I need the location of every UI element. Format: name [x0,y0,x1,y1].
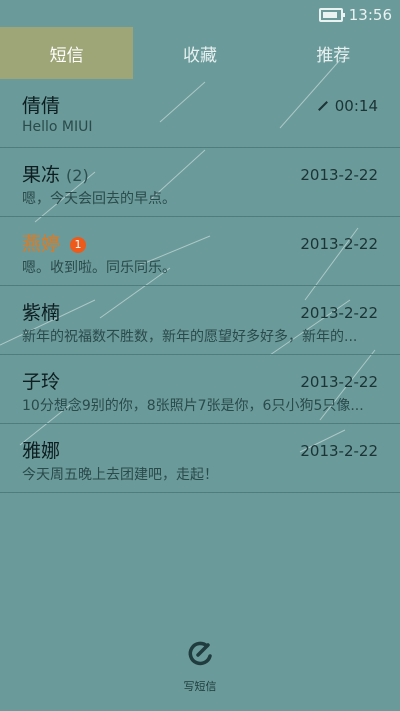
battery-icon [318,8,345,22]
contact-name: 果冻 (2) [22,164,89,186]
conversation-row[interactable]: 果冻 (2) 2013-2-22 嗯，今天会回去的早点。 [0,148,400,217]
message-preview: Hello MIUI [22,119,93,135]
contact-name: 燕婷 1 [22,229,87,256]
contact-name: 雅娜 [22,440,61,462]
message-preview: 嗯，今天会回去的早点。 [22,191,176,207]
unread-badge: 1 [70,236,87,253]
message-time: 2013-2-22 [300,166,378,184]
tab-favorites[interactable]: 收藏 [133,27,266,79]
conversation-row[interactable]: 燕婷 1 2013-2-22 嗯。收到啦。同乐同乐。 [0,217,400,286]
contact-name: 紫楠 [22,302,61,324]
message-preview: 新年的祝福数不胜数，新年的愿望好多好多，新年的... [22,329,358,345]
contact-name: 倩倩 [22,95,61,117]
message-time: 00:14 [317,97,378,115]
conversation-row[interactable]: 雅娜 2013-2-22 今天周五晚上去团建吧，走起！ [0,424,400,493]
message-count: (2) [66,166,89,185]
tab-sms[interactable]: 短信 [0,27,134,79]
tab-bar: 短信 收藏 推荐 [0,27,400,79]
tab-recommend[interactable]: 推荐 [267,27,400,79]
compose-button[interactable]: 写短信 [0,640,400,694]
status-bar: 13:56 [0,0,400,30]
draft-pencil-icon [317,101,328,111]
conversation-row[interactable]: 紫楠 2013-2-22 新年的祝福数不胜数，新年的愿望好多好多，新年的... [0,286,400,355]
message-time: 2013-2-22 [300,304,378,322]
message-time: 2013-2-22 [300,235,378,253]
message-time: 2013-2-22 [300,373,378,391]
conversation-row[interactable]: 子玲 2013-2-22 10分想念9别的你，8张照片7张是你，6只小狗5只像.… [0,355,400,424]
status-time: 13:56 [348,6,392,24]
conversation-row[interactable]: 倩倩 00:14 Hello MIUI [0,79,400,148]
message-time: 2013-2-22 [300,442,378,460]
compose-icon [188,641,212,666]
message-preview: 嗯。收到啦。同乐同乐。 [22,260,176,276]
conversation-list: 倩倩 00:14 Hello MIUI 果冻 (2) 2013-2-22 嗯，今天… [0,79,400,493]
message-preview: 10分想念9别的你，8张照片7张是你，6只小狗5只像... [22,398,364,414]
compose-label: 写短信 [183,680,217,693]
message-preview: 今天周五晚上去团建吧，走起！ [22,467,218,483]
contact-name: 子玲 [22,371,61,393]
